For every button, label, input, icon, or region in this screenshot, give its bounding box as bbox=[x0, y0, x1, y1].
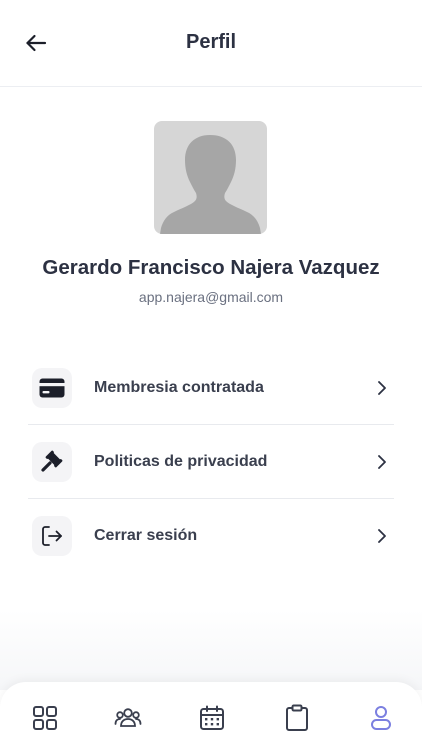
bottom-fade bbox=[0, 610, 422, 690]
users-icon bbox=[114, 708, 142, 727]
nav-calendar-button[interactable] bbox=[198, 704, 226, 732]
app-header: Perfil bbox=[0, 0, 422, 87]
logout-icon bbox=[42, 526, 62, 546]
calendar-icon bbox=[200, 705, 224, 730]
user-email: app.najera@gmail.com bbox=[138, 289, 284, 305]
page-title: Perfil bbox=[185, 31, 237, 53]
menu-icon-box bbox=[32, 368, 72, 408]
avatar bbox=[154, 121, 267, 234]
chevron-right-icon bbox=[374, 527, 390, 545]
nav-clipboard-button[interactable] bbox=[283, 704, 311, 732]
profile-icon bbox=[371, 706, 391, 730]
user-name: Gerardo Francisco Najera Vazquez bbox=[42, 256, 380, 279]
menu-item-membresia[interactable]: Membresia contratada bbox=[28, 351, 394, 425]
gavel-icon bbox=[41, 450, 63, 472]
nav-profile-button[interactable] bbox=[367, 704, 395, 732]
chevron-right-icon bbox=[374, 379, 390, 397]
menu-item-label: Politicas de privacidad bbox=[94, 453, 268, 470]
menu-item-cerrar-sesion[interactable]: Cerrar sesión bbox=[28, 499, 394, 572]
grid-icon bbox=[33, 706, 57, 730]
chevron-right-icon bbox=[374, 453, 390, 471]
person-silhouette-icon bbox=[160, 135, 261, 234]
profile-menu: Membresia contratada Politicas de privac… bbox=[28, 351, 394, 572]
menu-item-label: Cerrar sesión bbox=[94, 527, 198, 544]
menu-icon-box bbox=[32, 516, 72, 556]
clipboard-icon bbox=[286, 704, 308, 731]
menu-item-politicas[interactable]: Politicas de privacidad bbox=[28, 425, 394, 499]
bottom-navigation bbox=[0, 682, 422, 750]
credit-card-icon bbox=[39, 378, 65, 398]
menu-item-label: Membresia contratada bbox=[94, 379, 264, 396]
nav-users-button[interactable] bbox=[114, 704, 142, 732]
nav-home-button[interactable] bbox=[31, 704, 59, 732]
menu-icon-box bbox=[32, 442, 72, 482]
